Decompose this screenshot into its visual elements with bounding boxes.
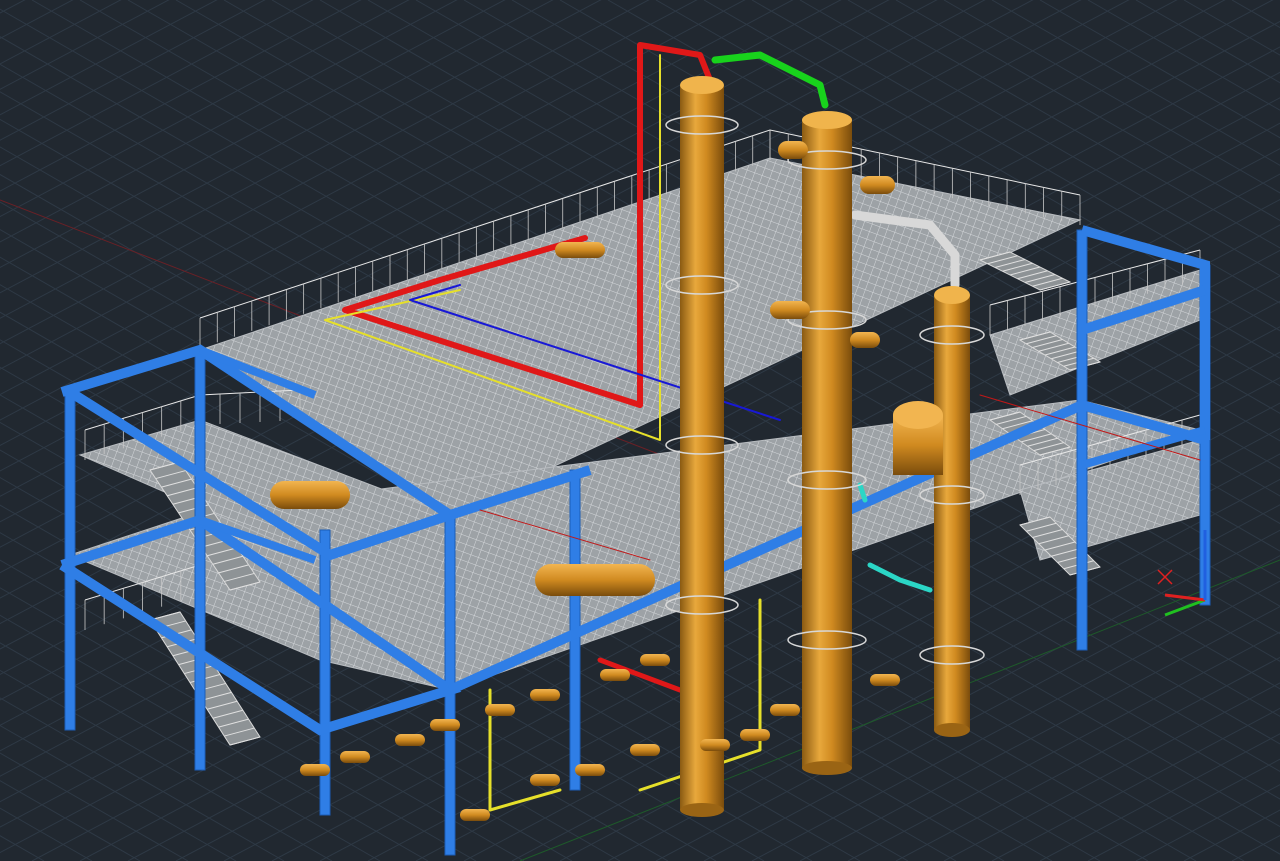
pump-skid [600, 669, 630, 681]
distillation-column-1-head [680, 76, 724, 94]
grid-line [1231, 834, 1280, 861]
pipe-run [867, 562, 933, 593]
distillation-column-3-bottom [934, 723, 970, 737]
pump-skid [740, 729, 770, 741]
pump-skid [640, 654, 670, 666]
pump-skid [870, 674, 900, 686]
pump-skid [430, 719, 460, 731]
steel-column [1076, 229, 1088, 651]
distillation-column-2-head [802, 111, 852, 129]
pump-skid [340, 751, 370, 763]
distillation-column-1-bottom [680, 803, 724, 817]
drawing-viewport[interactable] [0, 0, 1280, 861]
pump-skid [630, 744, 660, 756]
distillation-column-1 [680, 85, 724, 810]
horizontal-drum [778, 141, 808, 159]
ucs-y-axis [1164, 598, 1206, 617]
grid-line [1231, 0, 1280, 29]
pump-skid [575, 764, 605, 776]
ucs-icon [1157, 530, 1207, 617]
horizontal-drum [860, 176, 895, 194]
grid-line [0, 0, 4, 861]
pump-skid [530, 689, 560, 701]
steel-column [194, 351, 206, 771]
pump-skid [460, 809, 490, 821]
horizontal-drum [770, 301, 810, 319]
pump-skid [770, 704, 800, 716]
horizontal-drum [850, 332, 880, 348]
pump-skid [485, 704, 515, 716]
ucs-x-label-mark [1157, 569, 1173, 585]
reboiler-head [893, 401, 943, 429]
pump-skid [530, 774, 560, 786]
3d-model-canvas[interactable] [0, 0, 1280, 861]
grid-line [0, 835, 45, 861]
pipe-run [711, 51, 829, 109]
grid-line [0, 0, 52, 861]
horizontal-drum [555, 242, 605, 258]
pump-skid [300, 764, 330, 776]
distillation-column-2 [802, 120, 852, 768]
pump-skid [395, 734, 425, 746]
distillation-column-3-head [934, 286, 970, 304]
distillation-column-2-bottom [802, 761, 852, 775]
horizontal-drum [535, 564, 655, 596]
horizontal-drum [270, 481, 350, 509]
pump-skid [700, 739, 730, 751]
